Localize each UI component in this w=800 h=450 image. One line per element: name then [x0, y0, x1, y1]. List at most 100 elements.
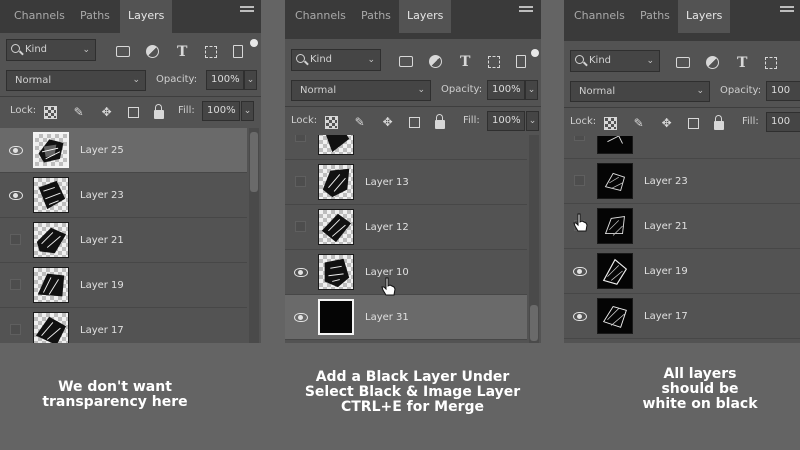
filter-toggle-icon[interactable] — [531, 49, 539, 57]
blend-mode-select[interactable]: Normal ⌄ — [6, 70, 146, 91]
visibility-toggle[interactable] — [572, 136, 588, 144]
scrollbar[interactable] — [529, 135, 539, 343]
shape-filter-icon[interactable] — [765, 56, 778, 69]
layer-row[interactable]: Layer 10 — [285, 250, 527, 295]
tab-paths[interactable]: Paths — [72, 0, 118, 33]
adjustment-filter-icon[interactable] — [429, 55, 443, 68]
scroll-thumb[interactable] — [530, 305, 538, 341]
panel-menu-icon[interactable] — [780, 4, 794, 18]
panel-menu-icon[interactable] — [240, 4, 254, 18]
layer-row[interactable]: Layer 25 — [0, 128, 247, 173]
fill-input[interactable]: 100% — [202, 101, 240, 121]
visibility-toggle[interactable] — [8, 322, 24, 338]
lock-pixels-icon[interactable] — [44, 106, 57, 119]
layer-name[interactable]: Layer 23 — [644, 159, 688, 204]
type-filter-icon[interactable]: T — [175, 45, 189, 59]
layer-row[interactable]: Layer 19 — [564, 249, 800, 294]
lock-all-icon[interactable] — [714, 115, 725, 130]
layer-row[interactable]: Layer 13 — [285, 160, 527, 205]
scrollbar[interactable] — [249, 128, 259, 343]
layer-name[interactable]: Layer 31 — [365, 295, 409, 340]
layer-name[interactable]: Layer 23 — [80, 173, 124, 218]
visibility-toggle[interactable] — [572, 173, 588, 189]
tab-channels[interactable]: Channels — [566, 0, 633, 33]
tab-channels[interactable]: Channels — [287, 0, 354, 33]
layer-row[interactable] — [285, 135, 527, 160]
visibility-toggle[interactable] — [293, 309, 309, 325]
visibility-toggle[interactable] — [293, 135, 309, 145]
layer-row[interactable]: Layer 23 — [0, 173, 247, 218]
visibility-toggle[interactable] — [293, 264, 309, 280]
filter-toggle-icon[interactable] — [250, 39, 258, 47]
move-icon[interactable]: ✥ — [100, 106, 113, 119]
artboard-icon[interactable] — [128, 107, 140, 118]
layer-name[interactable]: Layer 12 — [365, 205, 409, 250]
opacity-input[interactable]: 100% — [487, 80, 525, 100]
kind-filter-select[interactable]: Kind ⌄ — [570, 50, 660, 72]
type-filter-icon[interactable]: T — [735, 56, 749, 70]
blend-mode-select[interactable]: Normal ⌄ — [291, 80, 431, 101]
opacity-dropdown-icon[interactable]: ⌄ — [525, 80, 538, 100]
layer-name[interactable]: Layer 25 — [80, 128, 124, 173]
visibility-toggle[interactable] — [293, 219, 309, 235]
blend-mode-select[interactable]: Normal ⌄ — [570, 81, 710, 102]
layer-row[interactable]: Layer 19 — [0, 263, 247, 308]
opacity-dropdown-icon[interactable]: ⌄ — [244, 70, 257, 90]
kind-filter-select[interactable]: Kind ⌄ — [6, 39, 96, 61]
fill-dropdown-icon[interactable]: ⌄ — [241, 101, 254, 121]
tab-paths[interactable]: Paths — [353, 0, 399, 33]
layer-row[interactable] — [564, 136, 800, 159]
brush-icon[interactable]: ✎ — [632, 117, 645, 130]
smart-object-filter-icon[interactable] — [516, 55, 527, 68]
image-filter-icon[interactable] — [676, 57, 690, 68]
fill-input[interactable]: 100% — [487, 111, 525, 131]
tab-channels[interactable]: Channels — [6, 0, 73, 33]
layer-name[interactable]: Layer 19 — [80, 263, 124, 308]
smart-object-filter-icon[interactable] — [233, 45, 244, 58]
lock-pixels-icon[interactable] — [604, 117, 617, 130]
lock-all-icon[interactable] — [435, 114, 446, 129]
visibility-toggle[interactable] — [293, 174, 309, 190]
layer-name[interactable]: Layer 17 — [80, 308, 124, 343]
visibility-toggle[interactable] — [572, 308, 588, 324]
opacity-input[interactable]: 100% — [206, 70, 244, 90]
type-filter-icon[interactable]: T — [458, 55, 472, 69]
lock-all-icon[interactable] — [154, 104, 165, 119]
visibility-toggle[interactable] — [8, 187, 24, 203]
scroll-thumb[interactable] — [250, 132, 258, 192]
opacity-input[interactable]: 100 — [766, 81, 800, 101]
layer-name[interactable]: Layer 13 — [365, 160, 409, 205]
kind-filter-select[interactable]: Kind ⌄ — [291, 49, 381, 71]
layer-row[interactable]: Layer 21 — [564, 204, 800, 249]
visibility-toggle[interactable] — [8, 232, 24, 248]
adjustment-filter-icon[interactable] — [706, 56, 720, 69]
layer-name[interactable]: Layer 21 — [80, 218, 124, 263]
brush-icon[interactable]: ✎ — [353, 116, 366, 129]
layer-name[interactable]: Layer 17 — [644, 294, 688, 339]
shape-filter-icon[interactable] — [205, 45, 218, 58]
move-icon[interactable]: ✥ — [381, 116, 394, 129]
tab-layers[interactable]: Layers — [678, 0, 731, 33]
adjustment-filter-icon[interactable] — [146, 45, 160, 58]
layer-row[interactable]: Layer 12 — [285, 205, 527, 250]
layer-row[interactable]: Layer 31 — [285, 295, 527, 340]
visibility-toggle[interactable] — [572, 263, 588, 279]
layer-name[interactable]: Layer 21 — [644, 204, 688, 249]
layer-name[interactable]: Layer 19 — [644, 249, 688, 294]
panel-menu-icon[interactable] — [519, 4, 533, 18]
move-icon[interactable]: ✥ — [660, 117, 673, 130]
visibility-toggle[interactable] — [8, 277, 24, 293]
artboard-icon[interactable] — [409, 117, 421, 128]
tab-paths[interactable]: Paths — [632, 0, 678, 33]
fill-input[interactable]: 100 — [766, 112, 800, 132]
layer-row[interactable]: Layer 23 — [564, 159, 800, 204]
visibility-toggle[interactable] — [8, 142, 24, 158]
shape-filter-icon[interactable] — [488, 55, 501, 68]
layer-row[interactable]: Layer 21 — [0, 218, 247, 263]
tab-layers[interactable]: Layers — [120, 0, 173, 33]
image-filter-icon[interactable] — [116, 46, 130, 57]
layer-row[interactable]: Layer 17 — [564, 294, 800, 339]
lock-pixels-icon[interactable] — [325, 116, 338, 129]
layer-row[interactable]: Layer 17 — [0, 308, 247, 343]
image-filter-icon[interactable] — [399, 56, 413, 67]
